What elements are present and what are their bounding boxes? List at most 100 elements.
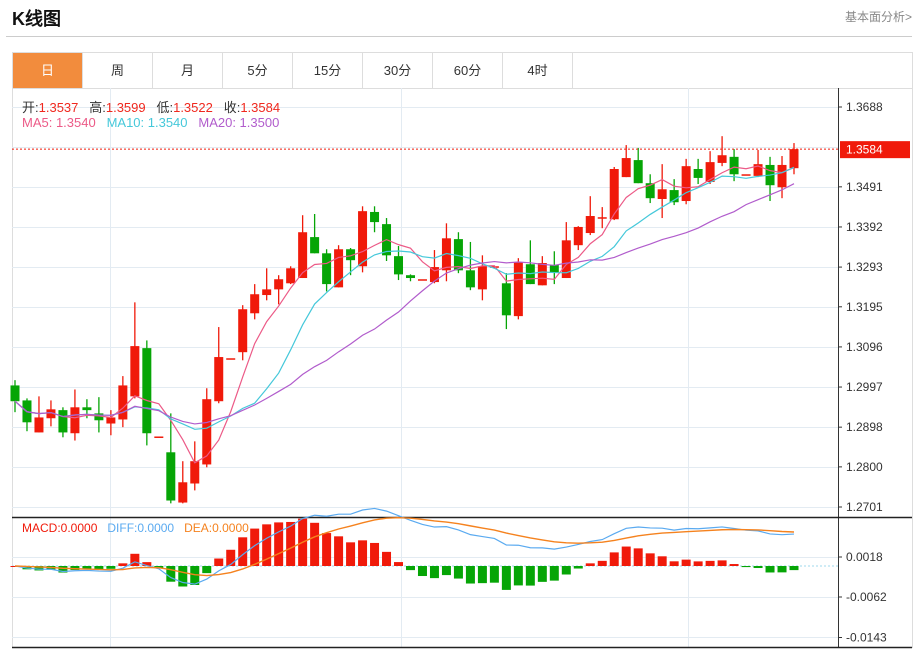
macd-bar (310, 522, 320, 566)
candle-body (106, 417, 116, 424)
macd-bar (777, 566, 787, 573)
candle-body (118, 385, 128, 420)
candle-body (82, 407, 92, 411)
high-label: 高: (89, 100, 106, 115)
candle (226, 358, 236, 360)
macd-bar (789, 566, 799, 571)
candle-body (585, 216, 595, 234)
candle (130, 302, 140, 399)
macd-bar (765, 566, 775, 573)
macd-bar (657, 556, 667, 566)
candle-body (717, 155, 727, 163)
candle (142, 340, 152, 446)
macd-bar (669, 561, 679, 566)
candle-body (190, 461, 200, 484)
candle-body (729, 156, 739, 175)
ma10-value: MA10: 1.3540 (106, 115, 188, 130)
candle-body (142, 348, 152, 434)
macd-bar (214, 558, 224, 566)
candle (10, 380, 20, 413)
candle (346, 248, 356, 276)
macd-bar (274, 522, 284, 566)
candle-body (178, 482, 188, 503)
candle (190, 441, 200, 491)
macd-bar (549, 566, 559, 581)
macd-bar (358, 540, 368, 566)
price-tick-label: 1.3491 (846, 180, 883, 194)
candle (298, 215, 308, 279)
price-tick-label: 1.3195 (846, 300, 883, 314)
ma20-value: MA20: 1.3500 (198, 115, 280, 130)
macd-bar (382, 551, 392, 566)
macd-bar (82, 566, 92, 569)
macd-value: MACD:0.0000 (22, 521, 98, 535)
candle (717, 136, 727, 167)
candle (22, 398, 32, 432)
macd-bar (322, 533, 332, 566)
macd-bar (370, 542, 380, 566)
open-label: 开: (22, 100, 39, 115)
macd-bar (226, 549, 236, 566)
candle (645, 174, 655, 204)
candle-body (58, 410, 68, 433)
candle-body (166, 452, 176, 501)
macd-tick-label: 0.0018 (846, 550, 883, 564)
candle (250, 284, 260, 320)
candle (238, 305, 248, 361)
candle-body (202, 399, 212, 465)
candle (693, 158, 703, 185)
candle (286, 266, 296, 285)
candle-body (657, 189, 667, 199)
candle (214, 327, 224, 404)
candle (777, 156, 787, 199)
candle (657, 164, 667, 219)
candle-body (549, 265, 559, 273)
close-label: 收: (223, 100, 241, 115)
ma5-value: MA5: 1.3540 (22, 115, 96, 130)
candle-body (405, 275, 415, 279)
price-tick-label: 1.2997 (846, 380, 883, 394)
low-label: 低: (156, 100, 174, 115)
candle-body (741, 174, 751, 176)
candle-body (789, 149, 799, 169)
price-axis: 1.3688 1.3491 1.3392 1.3293 1.3195 1.3096 1.29… (838, 100, 883, 514)
macd-bar (561, 566, 571, 575)
diff-value: DIFF:0.0000 (107, 521, 175, 535)
candle-body (10, 385, 20, 402)
candle-body (465, 270, 475, 288)
ma5-line (14, 165, 795, 464)
ma-legend: MA5: 1.3540 MA10: 1.3540 MA20: 1.3500 (22, 115, 279, 130)
candle-body (214, 357, 224, 402)
macd-bar (429, 566, 439, 579)
macd-bar (729, 564, 739, 566)
candle (106, 410, 116, 436)
macd-bar (753, 566, 763, 569)
candle (753, 149, 763, 178)
macd-bar (525, 566, 535, 586)
candle-body (609, 169, 619, 220)
macd-bar (537, 566, 547, 582)
price-tick-label: 1.3392 (846, 220, 883, 234)
candles (10, 136, 799, 504)
candle-body (597, 217, 607, 219)
macd-bar (621, 546, 631, 566)
candle (405, 274, 415, 282)
macd-axis: 0.0018 -0.0062 -0.0143 (838, 550, 887, 645)
candle-body (262, 289, 272, 296)
macd-bar (118, 563, 128, 566)
candle-body (501, 283, 511, 316)
candle-body (70, 407, 80, 434)
candle-body (394, 256, 404, 275)
candle-body (633, 160, 643, 184)
candle-body (226, 358, 236, 360)
close-value: 1.3584 (240, 100, 281, 115)
candle-body (370, 211, 380, 223)
kline-widget: K线图 基本面分析> 日 周 月 5分 15分 30分 60分 4时 1.368… (0, 0, 918, 651)
candle-body (681, 166, 691, 202)
candle-body (130, 346, 140, 397)
macd-bar (741, 566, 751, 568)
candle-body (274, 279, 284, 290)
macd-tick-label: -0.0062 (846, 590, 887, 604)
candle (262, 268, 272, 301)
macd-bar (501, 566, 511, 590)
